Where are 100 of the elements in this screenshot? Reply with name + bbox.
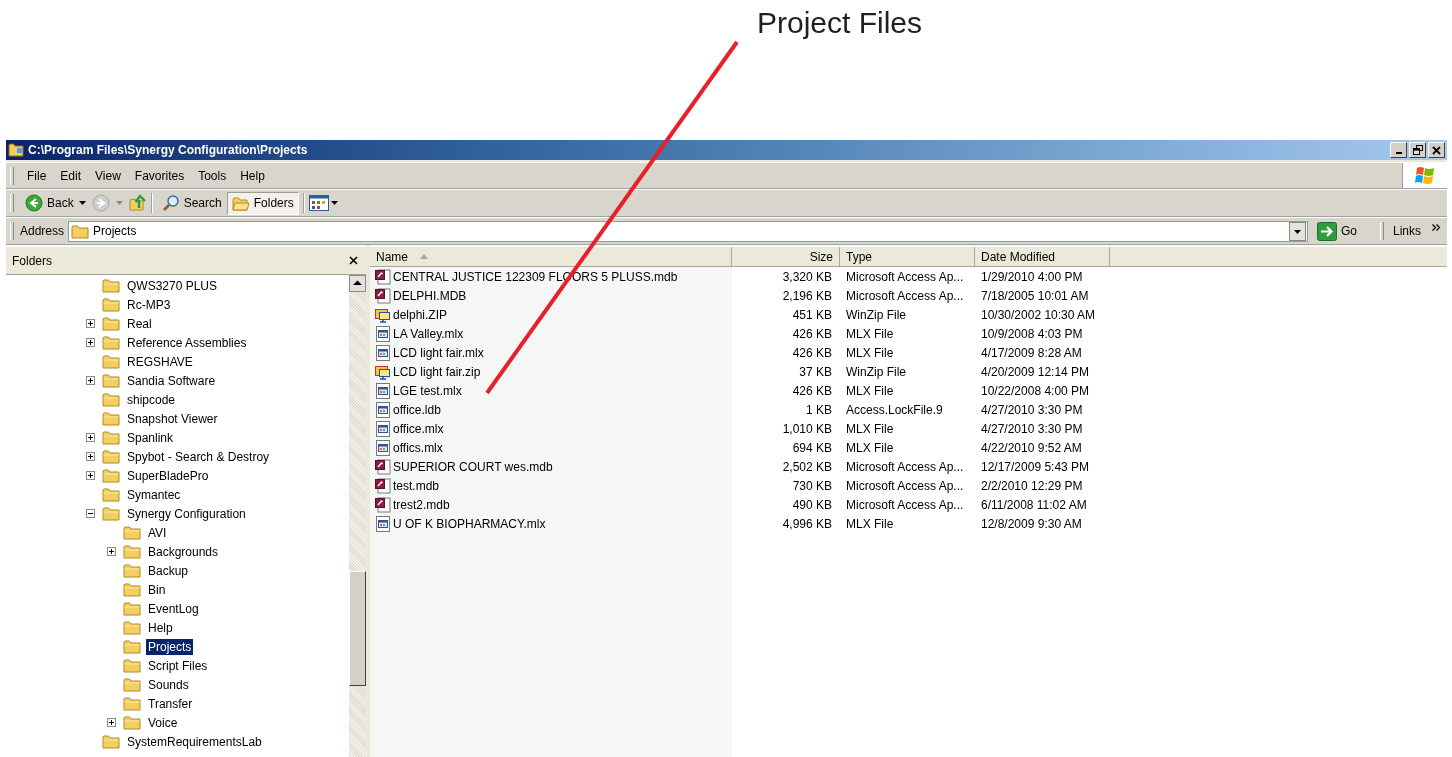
tree-item[interactable]: Real: [125, 315, 154, 332]
tree-item[interactable]: Projects: [146, 638, 194, 655]
file-name[interactable]: office.mlx: [393, 421, 444, 436]
tree-item[interactable]: Backgrounds: [146, 543, 221, 560]
tree-item[interactable]: Sounds: [146, 676, 191, 693]
restore-button[interactable]: [1409, 142, 1426, 158]
file-name[interactable]: LGE test.mlx: [393, 383, 462, 398]
minimize-button[interactable]: [1390, 142, 1407, 158]
file-date: 10/30/2002 10:30 AM: [981, 307, 1096, 322]
views-icon[interactable]: [308, 195, 329, 211]
file-date: 12/17/2009 5:43 PM: [981, 459, 1090, 474]
tree-item[interactable]: Snapshot Viewer: [125, 410, 220, 427]
file-type: MLX File: [846, 421, 894, 436]
expand-icon[interactable]: [86, 338, 95, 347]
database-file-icon: [375, 268, 391, 285]
file-type: Microsoft Access Ap...: [846, 497, 964, 512]
file-name[interactable]: LA Valley.mlx: [393, 326, 464, 341]
file-name[interactable]: delphi.ZIP: [393, 307, 448, 322]
folder-icon: [102, 734, 120, 749]
go-button[interactable]: Go: [1311, 219, 1362, 243]
scroll-thumb[interactable]: [349, 571, 366, 686]
document-file-icon: [375, 325, 391, 342]
file-size: 426 KB: [792, 326, 832, 341]
caret-icon[interactable]: [78, 201, 86, 205]
file-name[interactable]: DELPHI.MDB: [393, 288, 467, 303]
menu-item[interactable]: Edit: [53, 168, 89, 183]
tree-item[interactable]: Voice: [146, 714, 180, 731]
file-name[interactable]: LCD light fair.mlx: [393, 345, 484, 360]
tree-item[interactable]: Bin: [146, 581, 168, 598]
folder-icon: [102, 506, 120, 521]
caret-icon[interactable]: [330, 201, 338, 205]
menu-item[interactable]: Tools: [191, 168, 234, 183]
file-name[interactable]: test.mdb: [393, 478, 440, 493]
file-date: 12/8/2009 9:30 AM: [981, 516, 1082, 531]
folder-icon: [102, 449, 120, 464]
address-field[interactable]: Projects: [68, 220, 1308, 242]
pane-title: Folders: [12, 253, 52, 268]
file-size: 426 KB: [792, 383, 832, 398]
tree-item[interactable]: SystemRequirementsLab: [125, 733, 264, 750]
file-size: 4,996 KB: [782, 516, 832, 531]
chevron-icon[interactable]: [1432, 223, 1441, 231]
expand-icon[interactable]: [86, 452, 95, 461]
file-name[interactable]: office.ldb: [393, 402, 441, 417]
tree-item[interactable]: Script Files: [146, 657, 210, 674]
tree-item[interactable]: Reference Assemblies: [125, 334, 249, 351]
menu-item[interactable]: File: [20, 168, 54, 183]
file-name[interactable]: trest2.mdb: [393, 497, 450, 512]
tree-item[interactable]: Backup: [146, 562, 191, 579]
folder-icon: [102, 411, 120, 426]
tree-item[interactable]: shipcode: [125, 391, 178, 408]
file-date: 1/29/2010 4:00 PM: [981, 269, 1083, 284]
column-header[interactable]: Name: [370, 247, 732, 267]
menu-item[interactable]: Help: [233, 168, 272, 183]
tree-item[interactable]: SuperBladePro: [125, 467, 211, 484]
menu-item[interactable]: View: [88, 168, 128, 183]
column-header[interactable]: Size: [732, 247, 840, 267]
file-size: 37 KB: [799, 364, 832, 379]
collapse-icon[interactable]: [86, 509, 95, 518]
file-name[interactable]: SUPERIOR COURT wes.mdb: [393, 459, 553, 474]
file-type: MLX File: [846, 345, 894, 360]
file-type: WinZip File: [846, 307, 906, 322]
column-header[interactable]: Date Modified: [975, 247, 1110, 267]
scroll-up-icon[interactable]: [349, 275, 366, 292]
tree-item[interactable]: Spybot - Search & Destroy: [125, 448, 272, 465]
dropdown-icon[interactable]: [1288, 221, 1306, 241]
file-type: Microsoft Access Ap...: [846, 459, 964, 474]
tree-item[interactable]: Transfer: [146, 695, 195, 712]
tree-item[interactable]: Synergy Configuration: [125, 505, 248, 522]
expand-icon[interactable]: [86, 433, 95, 442]
search-icon: [161, 194, 180, 212]
expand-icon[interactable]: [86, 376, 95, 385]
tree-item[interactable]: Help: [146, 619, 175, 636]
expand-icon[interactable]: [107, 547, 116, 556]
file-name[interactable]: LCD light fair.zip: [393, 364, 481, 379]
tree-item[interactable]: AVI: [146, 524, 169, 541]
expand-icon[interactable]: [86, 319, 95, 328]
close-button[interactable]: [1428, 142, 1445, 158]
database-file-icon: [375, 496, 391, 513]
folder-icon: [102, 354, 120, 369]
tree-item[interactable]: EventLog: [146, 600, 201, 617]
column-header[interactable]: Type: [840, 247, 975, 267]
close-icon[interactable]: [349, 256, 358, 265]
expand-icon[interactable]: [107, 718, 116, 727]
menu-item[interactable]: Favorites: [127, 168, 192, 183]
tree-item[interactable]: Rc-MP3: [125, 296, 173, 313]
search-button[interactable]: Search: [156, 191, 227, 215]
expand-icon[interactable]: [86, 471, 95, 480]
file-date: 4/17/2009 8:28 AM: [981, 345, 1082, 360]
folders-button[interactable]: Folders: [226, 191, 299, 215]
tree-item[interactable]: Spanlink: [125, 429, 176, 446]
file-type: WinZip File: [846, 364, 906, 379]
file-name[interactable]: offics.mlx: [393, 440, 443, 455]
links-button[interactable]: Links: [1390, 219, 1424, 243]
back-button[interactable]: Back: [20, 191, 79, 215]
tree-item[interactable]: Symantec: [125, 486, 183, 503]
tree-item[interactable]: QWS3270 PLUS: [125, 277, 220, 294]
scrollbar[interactable]: [349, 275, 366, 757]
tree-item[interactable]: Sandia Software: [125, 372, 218, 389]
file-name[interactable]: U OF K BIOPHARMACY.mlx: [393, 516, 546, 531]
tree-item[interactable]: REGSHAVE: [125, 353, 195, 370]
